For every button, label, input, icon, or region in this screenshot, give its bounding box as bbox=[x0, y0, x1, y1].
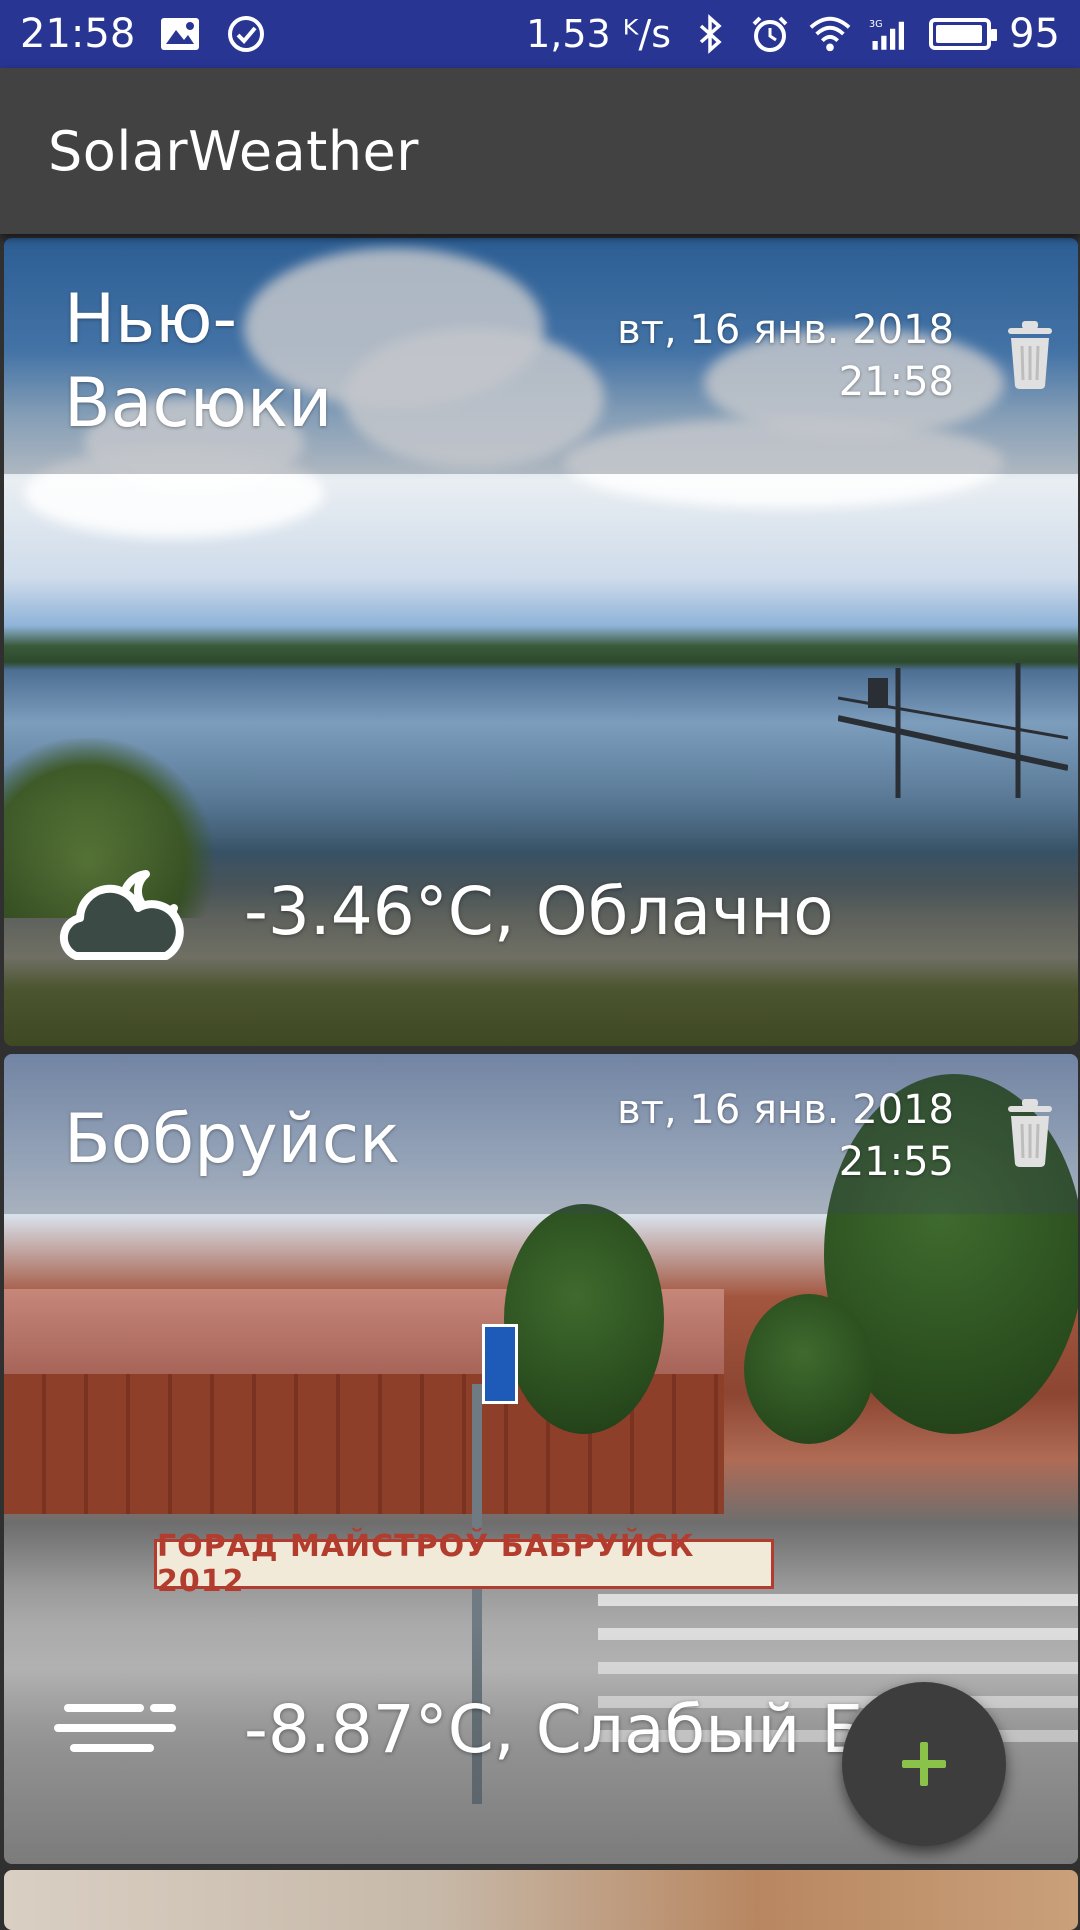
alarm-icon bbox=[749, 13, 791, 55]
weather-summary: -3.46°C, Облачно bbox=[244, 872, 834, 950]
wind-icon bbox=[54, 1704, 176, 1752]
photo-banner: ГОРАД МАЙСТРОЎ БАБРУЙСК 2012 bbox=[154, 1529, 774, 1599]
svg-text:3G: 3G bbox=[869, 19, 883, 30]
battery-percent: 95 bbox=[1009, 11, 1060, 57]
weather-row: -3.46°C, Облачно bbox=[54, 856, 834, 966]
bluetooth-icon bbox=[689, 13, 731, 55]
battery-icon bbox=[929, 18, 998, 50]
city-card-1[interactable]: Нью-Васюки вт, 16 янв. 2018 21:58 -3.46°… bbox=[4, 238, 1078, 1046]
city-name: Нью-Васюки bbox=[64, 280, 333, 443]
plus-icon bbox=[902, 1742, 946, 1786]
update-datetime: вт, 16 янв. 2018 21:58 bbox=[617, 304, 954, 408]
network-speed: 1,53 ᴷ/s bbox=[526, 12, 672, 56]
status-time: 21:58 bbox=[20, 11, 136, 57]
wifi-icon bbox=[809, 13, 851, 55]
battery-fill bbox=[936, 25, 982, 43]
update-datetime: вт, 16 янв. 2018 21:55 bbox=[617, 1084, 954, 1188]
app-title: SolarWeather bbox=[48, 119, 419, 183]
city-card-3[interactable] bbox=[4, 1870, 1078, 1930]
trash-icon[interactable] bbox=[1004, 1096, 1056, 1168]
update-time: 21:58 bbox=[838, 359, 954, 405]
check-circle-icon bbox=[225, 13, 267, 55]
city-name: Бобруйск bbox=[64, 1100, 401, 1179]
update-time: 21:55 bbox=[838, 1139, 954, 1185]
signal-3g-icon: 3G bbox=[869, 13, 911, 55]
cloudy-night-icon bbox=[59, 870, 184, 960]
trash-icon[interactable] bbox=[1004, 318, 1056, 390]
card-photo bbox=[4, 1870, 1078, 1930]
update-date: вт, 16 янв. 2018 bbox=[617, 307, 954, 353]
add-city-button[interactable] bbox=[842, 1682, 1006, 1846]
image-notification-icon bbox=[159, 13, 201, 55]
app-toolbar: SolarWeather bbox=[0, 68, 1080, 234]
update-date: вт, 16 янв. 2018 bbox=[617, 1087, 954, 1133]
status-bar: 21:58 1,53 ᴷ/s 3G 95 bbox=[0, 0, 1080, 68]
